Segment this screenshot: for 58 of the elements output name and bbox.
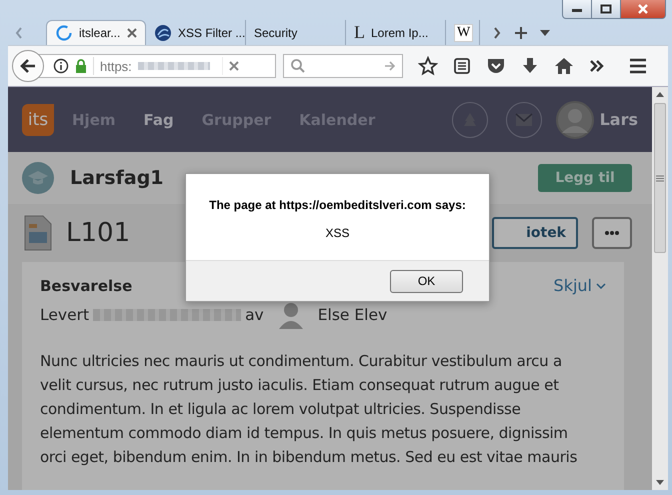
pocket-icon[interactable]	[486, 57, 506, 75]
overflow-icon[interactable]	[589, 59, 605, 73]
course-icon	[22, 162, 54, 194]
minimize-icon	[571, 6, 583, 12]
close-icon	[637, 4, 649, 14]
by-label: av	[245, 306, 264, 324]
add-button[interactable]: Legg til	[538, 164, 632, 192]
library-button[interactable]: iotek	[492, 217, 578, 249]
page-title: L101	[66, 218, 130, 248]
close-icon[interactable]	[127, 28, 137, 38]
document-icon	[24, 215, 52, 251]
search-field[interactable]	[283, 54, 403, 78]
delivered-label: Levert	[40, 306, 90, 324]
scroll-up-icon[interactable]	[656, 92, 664, 97]
chevron-down-icon	[596, 282, 606, 288]
clear-icon[interactable]	[228, 61, 239, 71]
favicon-letter: W	[454, 24, 474, 42]
ok-button[interactable]: OK	[390, 270, 463, 292]
person-icon	[278, 301, 304, 329]
globe-icon	[154, 24, 172, 42]
close-button[interactable]	[620, 0, 666, 19]
dialog-text: XSS	[325, 226, 350, 240]
dialog-message: The page at https://oembeditslveri.com says:	[209, 198, 466, 212]
scrollbar[interactable]	[652, 87, 668, 490]
loading-icon	[55, 24, 73, 42]
star-icon[interactable]	[418, 56, 438, 76]
browser-tab[interactable]: W	[446, 20, 480, 45]
minimize-button[interactable]	[562, 0, 592, 19]
download-icon[interactable]	[521, 57, 539, 75]
answer-text: Nunc ultricies nec mauris ut condimentum. Curabitur vestibulum arcu a velit cursus, nec rutrum justo iaculis. Etiam consequat rutrum augue et condimentum. In et ligula ac lorem volutpat ultricies. Suspendisse elementum commodo diam id tempus. In quis metus posuere, dignissim orci eget, bibendum enim. In in bibendum metus. Sed eu est vitae mauris	[40, 351, 578, 468]
browser-tab[interactable]: itslear...	[46, 20, 146, 45]
home-icon[interactable]	[554, 57, 574, 75]
nav-link[interactable]: Fag	[144, 87, 174, 152]
back-arrow-icon	[19, 58, 37, 74]
address-field[interactable]: https:	[38, 54, 276, 78]
logo[interactable]: its	[22, 104, 54, 136]
favicon-letter: L	[354, 22, 365, 43]
more-button[interactable]	[592, 217, 632, 249]
maximize-icon	[600, 4, 612, 14]
hide-link[interactable]: Skjul	[554, 276, 606, 295]
menu-icon[interactable]	[629, 58, 647, 74]
reading-list-icon[interactable]	[453, 57, 471, 75]
scroll-down-icon[interactable]	[656, 480, 664, 485]
author-name: Else Elev	[318, 306, 388, 324]
caret-icon[interactable]	[540, 30, 550, 36]
card-heading: Besvarelse	[40, 276, 132, 294]
grip-icon	[656, 174, 664, 182]
back-button[interactable]	[12, 50, 44, 82]
user-name[interactable]: Lars	[600, 110, 638, 129]
dots-icon	[605, 231, 619, 235]
plus-icon[interactable]	[514, 26, 528, 40]
lock-icon	[75, 59, 87, 73]
maximize-button[interactable]	[591, 0, 621, 19]
search-icon	[290, 58, 306, 74]
course-title: Larsfag1	[70, 167, 164, 189]
chevron-right-icon[interactable]	[492, 26, 502, 40]
info-icon[interactable]	[53, 58, 69, 74]
envelope-icon	[514, 112, 533, 126]
